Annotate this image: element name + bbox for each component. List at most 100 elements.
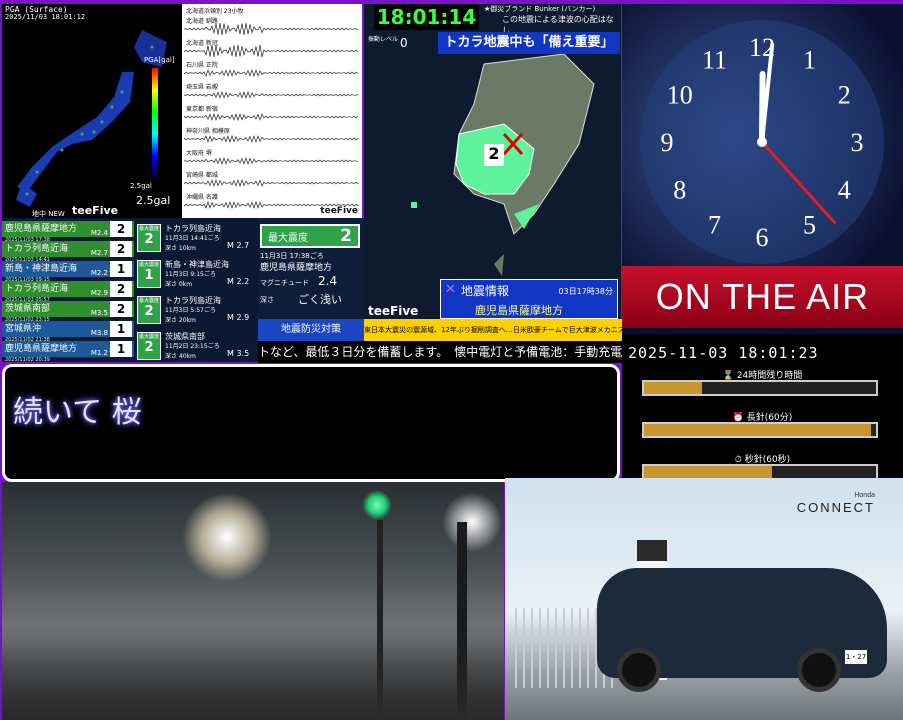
- quake-mag: M3.5: [90, 309, 108, 317]
- waveform-trace: [184, 90, 359, 100]
- clock-numeral: 5: [803, 210, 816, 239]
- road-foreground: [2, 642, 504, 720]
- quake-list-item[interactable]: トカラ列島近海 M2.9 2: [2, 281, 134, 297]
- street-camera-feed: [2, 482, 504, 720]
- max-intensity-value: 2: [340, 226, 352, 246]
- quake-mag: M1.2: [90, 349, 108, 357]
- vibration-level-label: 振動レベル: [368, 36, 399, 43]
- quake-level: 2: [110, 281, 132, 297]
- max-intensity-label: 最大震度: [268, 233, 308, 244]
- card-mag: M 2.7: [227, 241, 250, 250]
- timer-progress-fill: [644, 424, 872, 436]
- teefive-logo: teeFive: [320, 206, 358, 216]
- quake-level: 2: [110, 301, 132, 317]
- street-light-glow: [442, 492, 502, 552]
- earthquake-history-panel: 鹿児島県薩摩地方 M2.4 2 2025/11/03 17:38 トカラ列島近海 M…: [2, 218, 258, 363]
- magnitude-value: 2.4: [318, 274, 338, 288]
- card-level-label: 最大震度: [138, 298, 159, 304]
- on-air-banner: ON THE AIR: [622, 266, 903, 328]
- vibration-level-value: 0: [400, 36, 408, 50]
- wheel: [797, 648, 841, 692]
- quake-mag: M2.4: [90, 229, 108, 237]
- quake-name: トカラ列島近海: [5, 244, 69, 254]
- quake-info-box: ✕ 地震情報 03日17時38分 鹿児島県薩摩地方: [440, 279, 618, 319]
- clock-numeral: 11: [702, 46, 727, 75]
- card-depth: 深さ 0km: [165, 281, 193, 288]
- quake-list-item[interactable]: 鹿児島県薩摩地方 M1.2 1: [2, 341, 134, 357]
- scroll-text: トなど、最低３日分を備蓄します。 懐中電灯と予備電池：手動充電式の: [258, 345, 622, 359]
- max-intensity-box: 最大震度 2: [260, 224, 360, 248]
- clock-numeral: 2: [838, 81, 851, 110]
- map-timestamp: 2025/11/03 18:01:12: [5, 13, 86, 21]
- card-level-label: 最大震度: [138, 334, 159, 340]
- timer-progress-fill: [644, 382, 702, 394]
- ad-brand: CONNECT: [796, 500, 875, 515]
- ad-brand-top: Honda: [854, 492, 875, 499]
- quake-list-item[interactable]: 茨城県南部 M3.5 2: [2, 301, 134, 317]
- card-level-box: 最大震度 1: [137, 260, 161, 288]
- card-mag: M 2.9: [227, 313, 250, 322]
- card-level-box: 最大震度 2: [137, 296, 161, 324]
- timer-progress-fill: [644, 466, 772, 478]
- waveform-trace: [184, 178, 359, 188]
- card-level-box: 最大震度 2: [137, 224, 161, 252]
- subtitle-text: 続いて 桜: [13, 395, 142, 430]
- quake-list-item[interactable]: 新島・神津島近海 M2.2 1: [2, 261, 134, 277]
- quake-card[interactable]: 最大震度 2 トカラ列島近海 11月3日 5:57ごろ 深さ 20km M 2.…: [135, 294, 258, 328]
- quake-level: 1: [110, 341, 132, 357]
- quake-time: 2025/11/02 20:39: [5, 357, 50, 363]
- quake-list-item[interactable]: 宮城県沖 M3.8 1: [2, 321, 134, 337]
- quake-list-item[interactable]: トカラ列島近海 M2.7 2: [2, 241, 134, 257]
- scroll-ticker: トなど、最低３日分を備蓄します。 懐中電灯と予備電池：手動充電式の: [258, 341, 622, 363]
- waveform-trace: [184, 134, 359, 144]
- quake-card-list: 最大震度 2 トカラ列島近海 11月3日 14:41ごろ 深さ 10km M 2…: [135, 218, 258, 362]
- sponsor-notice: ★御災ブランド Bunker (バンカー): [484, 5, 596, 13]
- card-depth: 深さ 20km: [165, 317, 196, 324]
- timer-progress-bar: [642, 380, 878, 396]
- magnitude-label: マグニチュード: [260, 279, 309, 287]
- quake-level: 2: [110, 241, 132, 257]
- quake-list: 鹿児島県薩摩地方 M2.4 2 2025/11/03 17:38 トカラ列島近海 M…: [2, 218, 134, 363]
- quake-card[interactable]: 最大震度 2 茨城県南部 11月2日 23:15ごろ 深さ 40km M 3.5: [135, 330, 258, 364]
- headline-banner: トカラ地震中も「備え重要」: [438, 32, 620, 54]
- waveform-panel: 北海道浜頓別 23小牧 北海道 釧路 北海道 新冠 石川県 正院 埼玉県 岩槻 東京都 …: [182, 4, 362, 218]
- card-level: 2: [144, 304, 154, 319]
- clock-numeral: 10: [667, 81, 693, 110]
- quake-level: 1: [110, 261, 132, 277]
- quake-card[interactable]: 最大震度 1 新島・神津島近海 11月3日 9:15ごろ 深さ 0km M 2.…: [135, 258, 258, 292]
- clock-numeral: 4: [838, 176, 851, 205]
- wheel: [617, 648, 661, 692]
- quake-mag: M2.9: [90, 289, 108, 297]
- waveform-header: 北海道浜頓別 23小牧: [186, 8, 244, 15]
- teefive-logo: teeFive: [368, 304, 419, 318]
- car-advertisement: Honda CONNECT 1・27: [505, 478, 903, 720]
- quake-level: 2: [110, 221, 132, 237]
- quake-name: 新島・神津島近海: [5, 264, 78, 274]
- card-depth: 深さ 40km: [165, 353, 196, 360]
- ticker-label: 地震防災対策: [258, 319, 364, 341]
- clock-numeral: 6: [756, 223, 769, 252]
- depth-label: 深さ: [260, 296, 274, 304]
- timer-progress-bar: [642, 422, 878, 438]
- license-plate: 1・27: [845, 650, 867, 664]
- quake-mag: M3.8: [90, 329, 108, 337]
- quake-name: 茨城県南部: [5, 304, 51, 314]
- quake-card[interactable]: 最大震度 2 トカラ列島近海 11月3日 14:41ごろ 深さ 10km M 2…: [135, 222, 258, 256]
- card-level: 1: [144, 268, 154, 283]
- news-ticker: 東日本大震災の震源域、12年ぶり掘削調査へ…日米欧豪チームで巨大津波メカニズム解…: [364, 319, 622, 341]
- waveform-trace: [184, 22, 359, 36]
- card-level-label: 最大震度: [138, 226, 159, 232]
- quake-info-time: 03日17時38分: [558, 287, 613, 296]
- on-air-text: ON THE AIR: [655, 276, 870, 317]
- latest-quake-detail: 最大震度 2 11月3日 17:38ごろ 鹿児島県薩摩地方 マグニチュード 2.…: [258, 218, 364, 319]
- datetime-display: 2025-11-03 18:01:23: [628, 344, 819, 362]
- quake-list-item[interactable]: 鹿児島県薩摩地方 M2.4 2: [2, 221, 134, 237]
- quake-mag: M2.7: [90, 249, 108, 257]
- quake-name: 宮城県沖: [5, 324, 42, 334]
- waveform-trace: [184, 44, 359, 58]
- pga-value: 2.5gal: [136, 194, 171, 207]
- card-level-label: 最大震度: [138, 262, 159, 268]
- card-time: 11月3日 9:15ごろ: [165, 271, 216, 278]
- ticker-bar: 地震防災対策: [258, 319, 364, 341]
- quake-info-region: 鹿児島県薩摩地方: [475, 304, 563, 317]
